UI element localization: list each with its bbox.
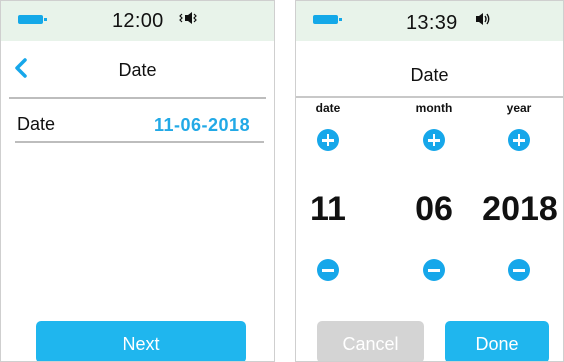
date-picker-screen: 13:39 Date date month year 11 06 2018 Ca… bbox=[295, 0, 564, 362]
minus-icon bbox=[428, 269, 440, 272]
cancel-button[interactable]: Cancel bbox=[317, 321, 424, 361]
increment-month-button[interactable] bbox=[423, 129, 445, 151]
next-button[interactable]: Next bbox=[36, 321, 246, 361]
status-time: 12:00 bbox=[112, 10, 164, 32]
increment-year-button[interactable] bbox=[508, 129, 530, 151]
header: Date bbox=[1, 41, 274, 97]
date-summary-screen: 12:00 Date Date 11-06-2018 Next bbox=[0, 0, 275, 362]
date-row-label: Date bbox=[17, 114, 56, 134]
date-value: 11 bbox=[310, 190, 346, 228]
status-time: 13:39 bbox=[406, 12, 458, 34]
page-title: Date bbox=[118, 60, 157, 80]
minus-icon bbox=[322, 269, 334, 272]
row-divider bbox=[15, 141, 264, 143]
decrement-date-button[interactable] bbox=[317, 259, 339, 281]
minus-icon bbox=[513, 269, 525, 272]
battery-icon bbox=[313, 15, 342, 24]
decrement-year-button[interactable] bbox=[508, 259, 530, 281]
page-title: Date bbox=[410, 65, 449, 85]
speaker-muted-icon bbox=[179, 12, 197, 24]
battery-icon bbox=[18, 15, 47, 24]
date-row-value: 11-06-2018 bbox=[154, 115, 251, 135]
increment-date-button[interactable] bbox=[317, 129, 339, 151]
header-divider bbox=[9, 97, 266, 99]
speaker-on-icon bbox=[476, 13, 490, 25]
decrement-month-button[interactable] bbox=[423, 259, 445, 281]
year-column-label: year bbox=[506, 101, 532, 115]
header-divider bbox=[296, 96, 563, 98]
done-button[interactable]: Done bbox=[445, 321, 549, 361]
status-bar: 12:00 bbox=[1, 1, 274, 41]
month-value: 06 bbox=[415, 190, 453, 228]
date-column-label: date bbox=[315, 101, 341, 115]
year-value: 2018 bbox=[482, 190, 558, 228]
month-column-label: month bbox=[415, 101, 453, 115]
status-bar: 13:39 bbox=[296, 1, 563, 41]
